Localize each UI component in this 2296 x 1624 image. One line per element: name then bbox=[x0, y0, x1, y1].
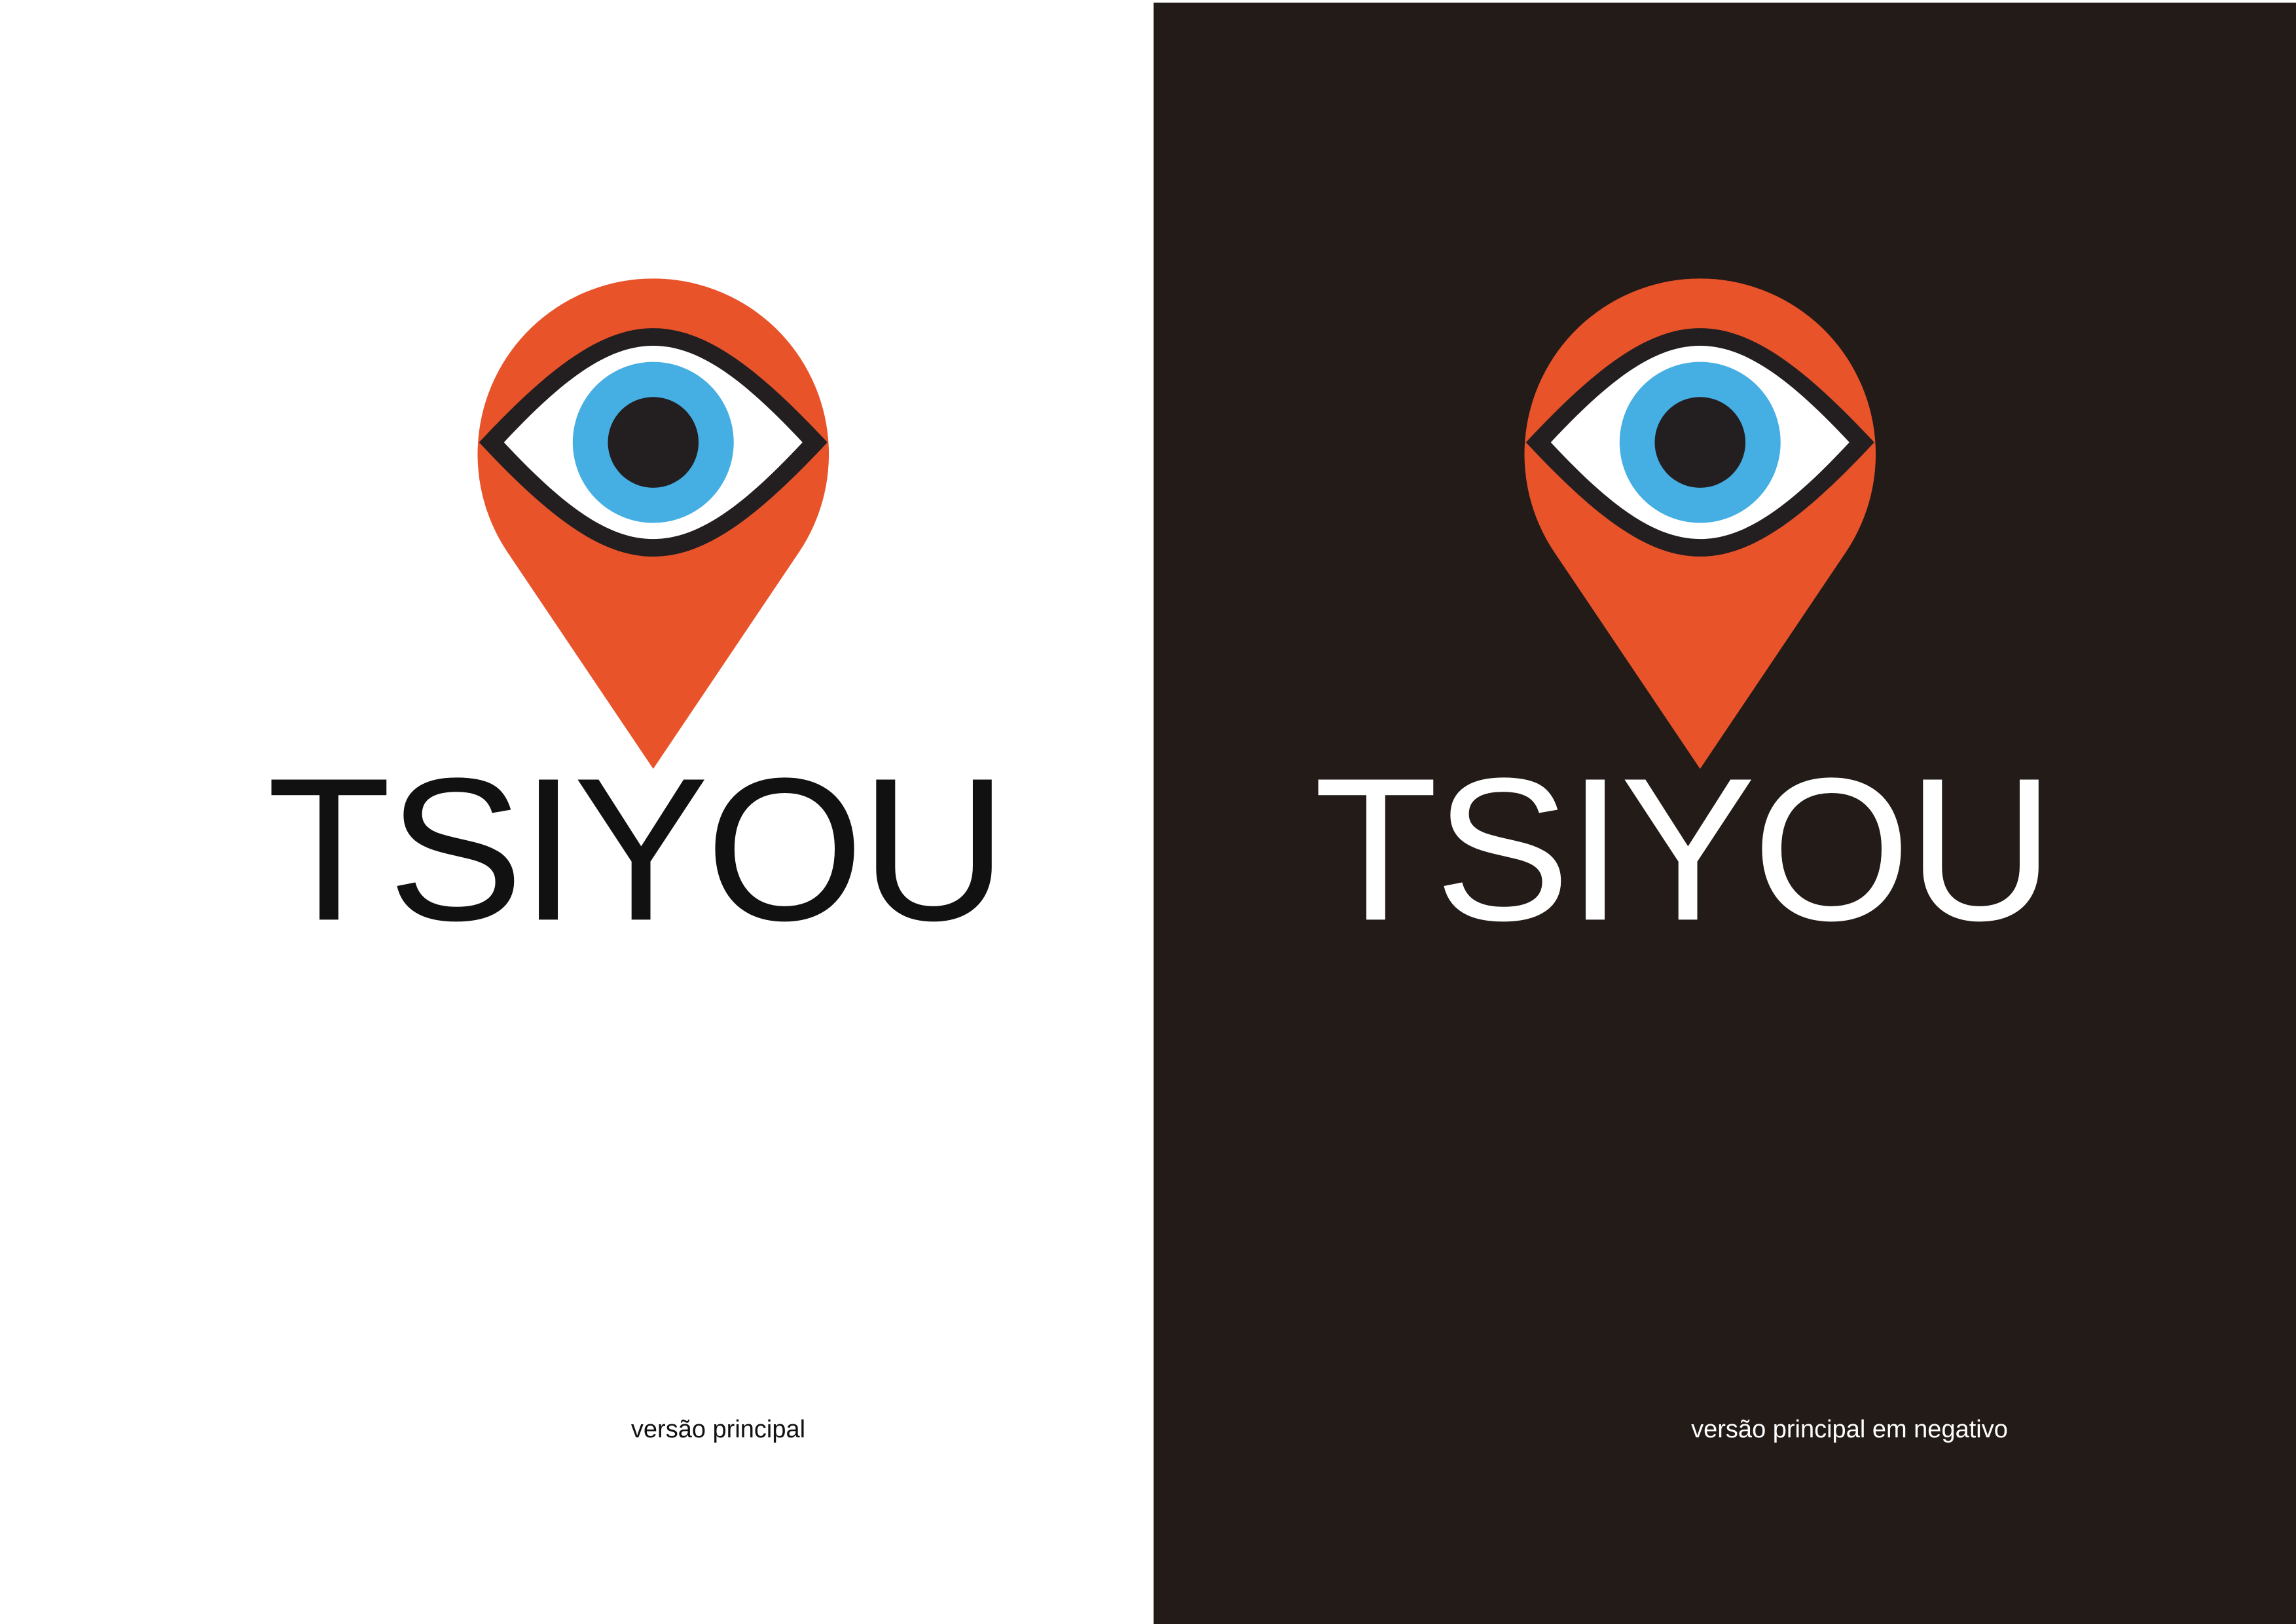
wordmark: TSIYOU bbox=[267, 735, 1008, 963]
caption-negative-version: versão principal em negativo bbox=[1691, 1416, 2008, 1443]
pupil bbox=[1654, 397, 1746, 488]
logo-negative-version: TSIYOU bbox=[1314, 278, 2054, 963]
logo-mark bbox=[1524, 278, 1876, 769]
caption-main-version: versão principal bbox=[630, 1416, 806, 1443]
logo-main-version: TSIYOU bbox=[267, 278, 1008, 963]
logo-mark bbox=[477, 278, 829, 769]
wordmark: TSIYOU bbox=[1314, 735, 2054, 963]
pupil bbox=[608, 397, 699, 488]
